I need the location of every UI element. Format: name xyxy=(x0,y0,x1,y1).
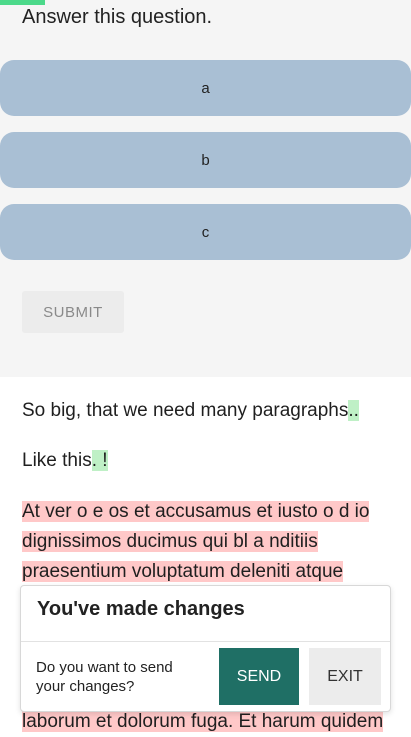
submit-button[interactable]: SUBMIT xyxy=(22,291,124,333)
highlight: . ! xyxy=(91,450,108,471)
highlight-line: At ver o e os et accusamus et iusto o d … xyxy=(22,501,370,522)
highlight: .. xyxy=(348,400,359,421)
option-label: b xyxy=(201,151,210,169)
highlight-line: praesentium voluptatum deleniti atque xyxy=(22,561,344,582)
exit-button[interactable]: EXIT xyxy=(309,648,381,705)
question-text: Answer this question. xyxy=(22,6,213,28)
divider xyxy=(21,641,390,642)
option-a-button[interactable]: a xyxy=(0,60,411,116)
unsaved-changes-dialog: You've made changes Do you want to send … xyxy=(20,585,391,712)
quiz-panel: Answer this question. a b c SUBMIT xyxy=(0,0,411,377)
highlight-line: dignissimos ducimus qui bl a nditiis xyxy=(22,531,318,552)
paragraph: Like this. ! xyxy=(22,446,397,476)
paragraph-text: So big, that we need many paragraphs xyxy=(22,400,349,421)
send-button[interactable]: SEND xyxy=(219,648,299,705)
option-label: a xyxy=(201,79,210,97)
dialog-title: You've made changes xyxy=(37,598,245,620)
highlighted-paragraph: At ver o e os et accusamus et iusto o d … xyxy=(22,497,397,587)
paragraph: So big, that we need many paragraphs.. xyxy=(22,396,397,426)
paragraph-text: Like this xyxy=(22,450,92,471)
option-label: c xyxy=(201,223,210,241)
option-b-button[interactable]: b xyxy=(0,132,411,188)
option-c-button[interactable]: c xyxy=(0,204,411,260)
article-content: So big, that we need many paragraphs.. L… xyxy=(22,396,397,496)
dialog-message: Do you want to send your changes? xyxy=(36,659,173,695)
highlight-line: laborum et dolorum fuga. Et harum quidem xyxy=(22,711,384,732)
